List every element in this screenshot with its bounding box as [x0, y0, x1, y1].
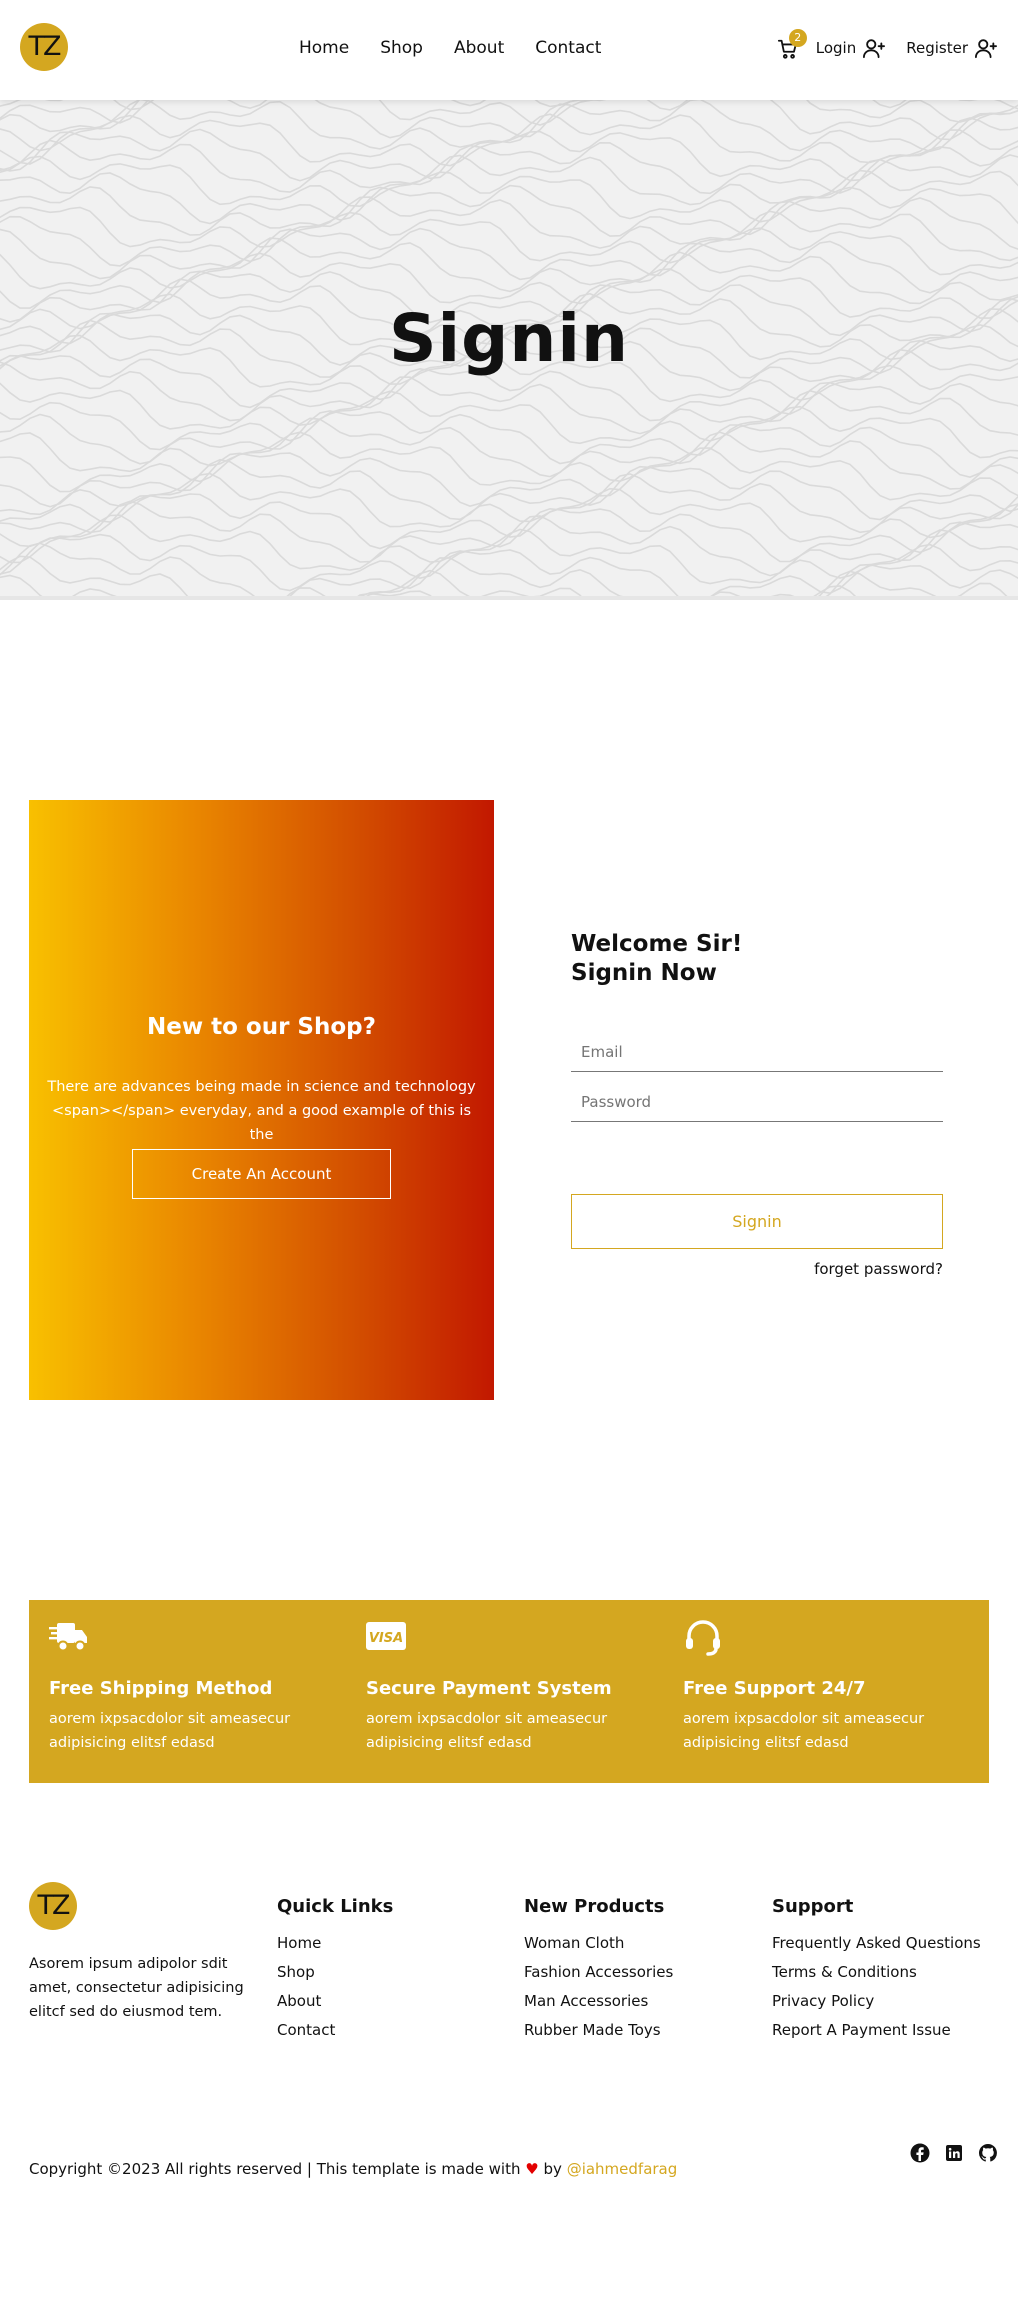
logo-text: TZ [28, 31, 62, 62]
footer-link-contact[interactable]: Contact [277, 2016, 393, 2045]
contour-line [0, 417, 1018, 478]
cart-button[interactable]: 2 [777, 29, 807, 60]
copyright-by: by [543, 2160, 562, 2178]
nav-home[interactable]: Home [299, 36, 349, 60]
header-actions: 2 Login Register [777, 29, 998, 60]
contour-line [0, 447, 1018, 508]
facebook-icon[interactable] [910, 2143, 930, 2163]
footer-link-report-payment[interactable]: Report A Payment Issue [772, 2016, 981, 2045]
github-icon[interactable] [978, 2143, 998, 2163]
nav-contact[interactable]: Contact [535, 36, 601, 60]
user-plus-icon [975, 39, 997, 59]
page-hero: Signin [0, 100, 1018, 600]
create-account-button[interactable]: Create An Account [132, 1149, 391, 1199]
footer-description: Asorem ipsum adipolor sdit amet, consect… [29, 1956, 244, 2020]
footer-column-title: Quick Links [277, 1896, 394, 1917]
promo-text: There are advances being made in science… [47, 1079, 476, 1143]
copyright: Copyright ©2023 All rights reserved | Th… [29, 2160, 677, 2178]
login-label: Login [815, 39, 857, 57]
footer-link-man-accessories[interactable]: Man Accessories [524, 1987, 673, 2016]
footer-new-products: New Products Woman Cloth Fashion Accesso… [524, 1896, 673, 2045]
form-heading-line2: Signin Now [571, 960, 717, 986]
register-label: Register [906, 39, 968, 57]
form-heading-line1: Welcome Sir! [571, 931, 743, 957]
social-links [910, 2143, 998, 2163]
feature-support: Free Support 24/7 aorem ixpsacdolor sit … [683, 1620, 983, 1755]
contour-line [0, 376, 1018, 435]
password-input[interactable] [571, 1082, 943, 1122]
footer-link-about[interactable]: About [277, 1987, 393, 2016]
nav-shop[interactable]: Shop [380, 36, 423, 60]
heart-icon: ♥ [525, 2160, 539, 2178]
nav-about[interactable]: About [454, 36, 504, 60]
footer-logo-text: TZ [37, 1890, 71, 1921]
contour-line [0, 237, 1018, 294]
contour-line [0, 196, 1018, 250]
feature-title: Free Shipping Method [49, 1678, 273, 1699]
signin-form: Welcome Sir! Signin Now Signin forget pa… [571, 930, 943, 1278]
truck-icon [49, 1620, 349, 1656]
contour-line [0, 184, 1018, 237]
logo[interactable]: TZ [20, 23, 68, 71]
footer-link-terms[interactable]: Terms & Conditions [772, 1958, 981, 1987]
form-heading: Welcome Sir! Signin Now [571, 930, 943, 988]
footer-link-shop[interactable]: Shop [277, 1958, 393, 1987]
contour-line [0, 100, 1018, 111]
feature-text: aorem ixpsacdolor sit ameasecur adipisic… [49, 1711, 291, 1751]
main-nav: Home Shop About Contact [299, 36, 632, 60]
visa-icon: VISA [366, 1620, 666, 1656]
author-link[interactable]: @iahmedfarag [567, 2160, 678, 2178]
footer-link-faq[interactable]: Frequently Asked Questions [772, 1929, 981, 1958]
login-link[interactable]: Login [816, 37, 886, 59]
contour-line [0, 210, 1018, 267]
footer-link-privacy[interactable]: Privacy Policy [772, 1987, 981, 2016]
contour-line [0, 405, 1018, 465]
site-header: TZ Home Shop About Contact 2 Login Regis… [0, 0, 1018, 100]
footer-quick-links: Quick Links Home Shop About Contact [277, 1896, 393, 2045]
hero-divider [0, 596, 1018, 600]
cart-count-badge: 2 [788, 29, 807, 47]
feature-title: Free Support 24/7 [683, 1678, 866, 1699]
footer-link-home[interactable]: Home [277, 1929, 393, 1958]
footer-link-rubber-toys[interactable]: Rubber Made Toys [524, 2016, 673, 2045]
footer-support: Support Frequently Asked Questions Terms… [772, 1896, 981, 2045]
forgot-password-link[interactable]: forget password? [814, 1260, 943, 1278]
signin-button[interactable]: Signin [571, 1194, 943, 1249]
contour-line [0, 227, 1018, 281]
footer-link-woman-cloth[interactable]: Woman Cloth [524, 1929, 673, 1958]
promo-heading: New to our Shop? [147, 1014, 376, 1040]
feature-payment: VISA Secure Payment System aorem ixpsacd… [366, 1620, 666, 1755]
contour-line [0, 458, 1018, 521]
new-customer-panel: New to our Shop? There are advances bein… [29, 800, 494, 1400]
footer-column-title: Support [772, 1896, 854, 1917]
headset-icon [683, 1620, 983, 1656]
email-input[interactable] [571, 1032, 943, 1072]
feature-shipping: Free Shipping Method aorem ixpsacdolor s… [49, 1620, 349, 1755]
feature-title: Secure Payment System [366, 1678, 612, 1699]
footer-logo[interactable]: TZ [29, 1882, 77, 1930]
feature-text: aorem ixpsacdolor sit ameasecur adipisic… [366, 1711, 608, 1751]
copyright-text: Copyright ©2023 All rights reserved | Th… [29, 2160, 521, 2178]
register-link[interactable]: Register [906, 37, 998, 59]
features-bar: Free Shipping Method aorem ixpsacdolor s… [29, 1600, 989, 1783]
page-title: Signin [389, 300, 629, 377]
svg-text:VISA: VISA [369, 1631, 403, 1646]
linkedin-icon[interactable] [944, 2143, 964, 2163]
footer-column-title: New Products [524, 1896, 665, 1917]
user-plus-icon [863, 39, 886, 59]
feature-text: aorem ixpsacdolor sit ameasecur adipisic… [683, 1711, 925, 1751]
footer-link-fashion-accessories[interactable]: Fashion Accessories [524, 1958, 673, 1987]
